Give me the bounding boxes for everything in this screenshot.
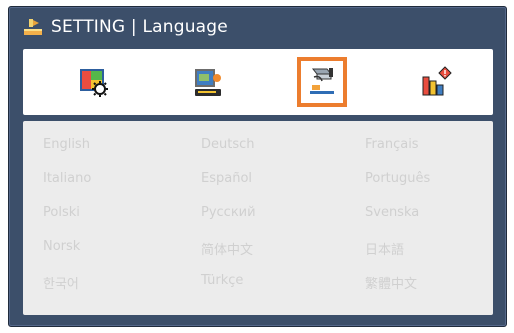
language-option-portugues[interactable]: Português [365,171,430,186]
menu-tabs [23,49,493,115]
language-option-deutsch[interactable]: Deutsch [201,137,255,152]
language-option-polski[interactable]: Polski [43,205,80,220]
language-option-traditional-chinese[interactable]: 繁體中文 [365,273,417,292]
window-title: SETTING | Language [51,17,228,37]
language-option-russian[interactable]: Русский [201,205,256,220]
settings-window: SETTING | Language English Deutsch Franç… [8,6,507,327]
tab-options[interactable] [411,57,461,107]
setting-icon [23,17,43,37]
options-icon [422,66,452,96]
language-option-turkce[interactable]: Türkçe [201,273,243,288]
language-panel: English Deutsch Français Italiano Españo… [23,121,493,315]
display-settings-icon [195,69,221,96]
language-option-italiano[interactable]: Italiano [43,171,91,186]
setup-icon [310,68,334,94]
language-option-espanol[interactable]: Español [201,171,252,186]
tab-display[interactable] [183,57,233,107]
language-option-francais[interactable]: Français [365,137,419,152]
language-option-simplified-chinese[interactable]: 简体中文 [201,239,253,258]
language-option-japanese[interactable]: 日本語 [365,239,404,258]
tab-setup[interactable] [297,57,347,107]
title-bar: SETTING | Language [9,7,506,47]
language-option-svenska[interactable]: Svenska [365,205,419,220]
language-option-korean[interactable]: 한국어 [43,273,79,292]
language-option-norsk[interactable]: Norsk [43,239,80,254]
language-option-english[interactable]: English [43,137,90,152]
tab-picture[interactable] [69,57,119,107]
picture-settings-icon [80,69,108,97]
